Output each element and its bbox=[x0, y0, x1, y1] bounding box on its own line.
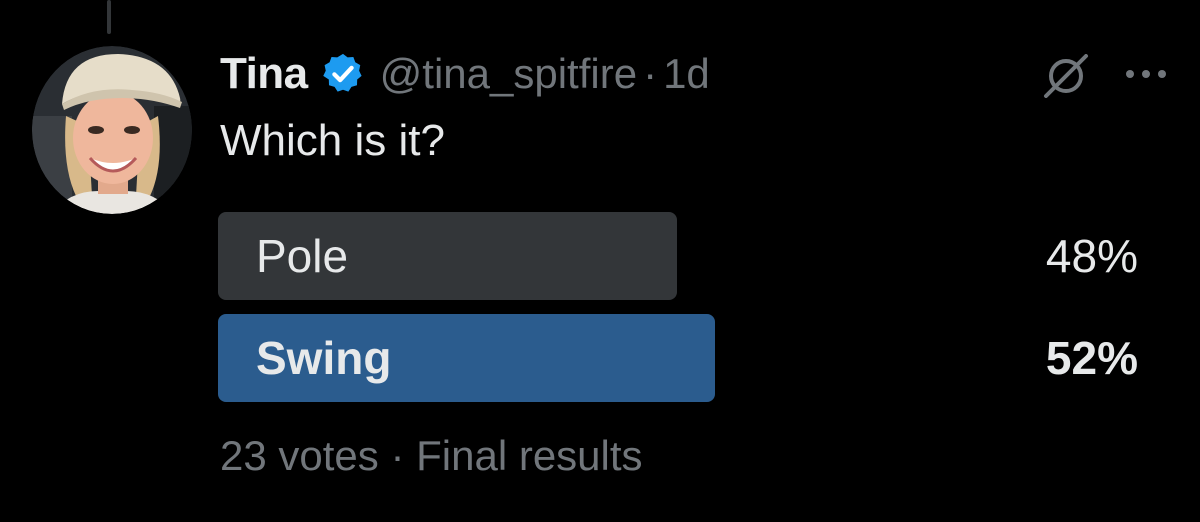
thread-connector-line bbox=[107, 0, 111, 34]
poll-option-label: Swing bbox=[256, 332, 392, 384]
poll-vote-count: 23 votes bbox=[220, 432, 379, 479]
grok-icon[interactable] bbox=[1040, 54, 1092, 98]
more-options-icon[interactable] bbox=[1122, 66, 1170, 82]
tweet-header: Tina @tina_spitfire · 1d bbox=[220, 44, 710, 104]
timestamp[interactable]: 1d bbox=[663, 50, 710, 98]
verified-badge-icon[interactable] bbox=[320, 51, 366, 97]
poll-option-swing: Swing 52% bbox=[218, 314, 1140, 404]
poll: Pole 48% Swing 52% bbox=[218, 212, 1140, 416]
avatar-image bbox=[32, 46, 192, 214]
poll-option-percent: 52% bbox=[1045, 332, 1138, 384]
poll-footer-separator: · bbox=[390, 432, 405, 479]
header-separator: · bbox=[643, 50, 658, 97]
display-name[interactable]: Tina bbox=[220, 49, 308, 99]
poll-status: Final results bbox=[416, 432, 643, 479]
poll-footer: 23 votes · Final results bbox=[220, 432, 643, 480]
avatar[interactable] bbox=[32, 46, 192, 214]
poll-option-label: Pole bbox=[256, 230, 349, 282]
tweet-text: Which is it? bbox=[220, 116, 445, 165]
poll-option-percent: 48% bbox=[1045, 230, 1138, 282]
user-handle[interactable]: @tina_spitfire bbox=[380, 50, 637, 98]
poll-option-pole: Pole 48% bbox=[218, 212, 1140, 302]
